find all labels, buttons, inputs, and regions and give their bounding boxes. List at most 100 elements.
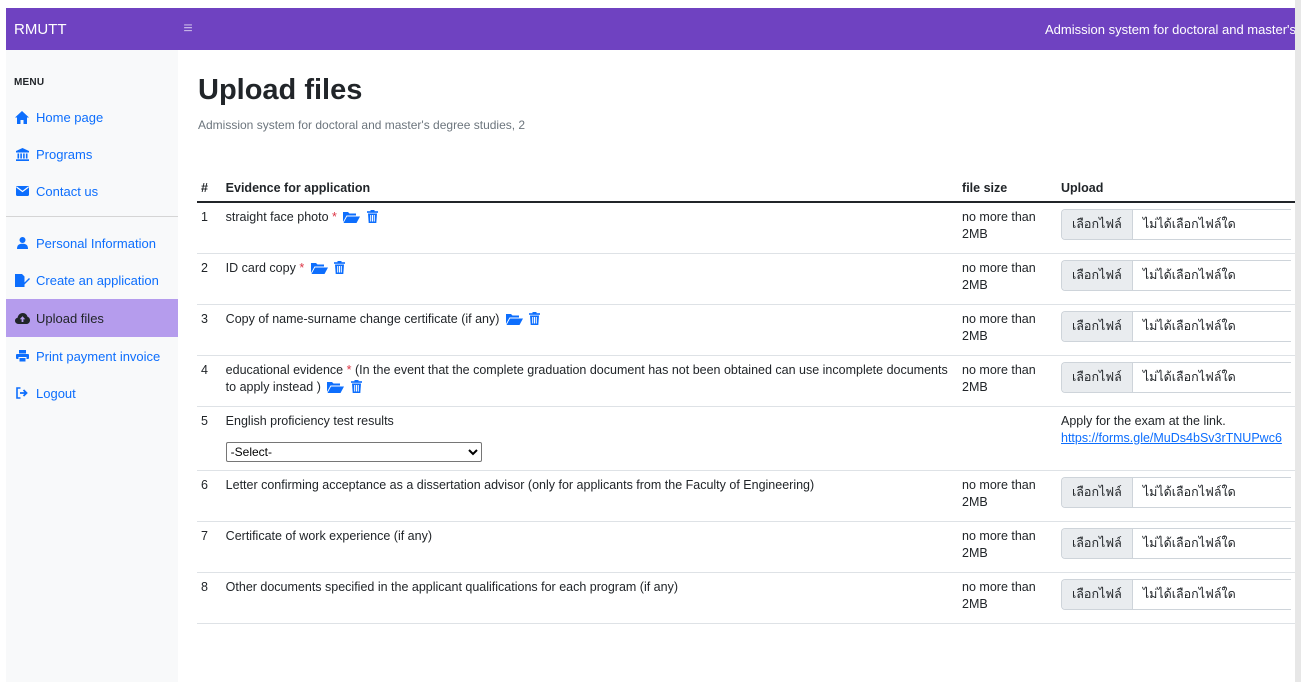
- sidebar-item-label: Programs: [36, 146, 93, 162]
- sidebar-item-label: Print payment invoice: [36, 348, 161, 364]
- sidebar-item-label: Logout: [36, 385, 76, 401]
- trash-icon[interactable]: [334, 260, 346, 279]
- evidence-text: ID card copy: [225, 260, 296, 275]
- file-input[interactable]: เลือกไฟล์ ไม่ได้เลือกไฟล์ใด: [1061, 310, 1291, 342]
- sidebar-item-label: Home page: [36, 109, 104, 125]
- row-file-size: no more than 2MB: [958, 521, 1057, 573]
- row-number: 7: [197, 521, 222, 573]
- row-upload: เลือกไฟล์ ไม่ได้เลือกไฟล์ใด: [1057, 253, 1295, 305]
- sidebar-item-label: Personal Information: [36, 235, 156, 251]
- row-file-size: no more than 2MB: [958, 470, 1057, 522]
- page-subtitle: Admission system for doctoral and master…: [198, 118, 526, 132]
- file-status-text: ไม่ได้เลือกไฟล์ใด: [1142, 535, 1236, 550]
- window-scroll-edge: [1295, 0, 1301, 682]
- row-evidence: ID card copy *: [221, 253, 959, 305]
- table-row: 7 Certificate of work experience (if any…: [197, 521, 1295, 573]
- row-upload: เลือกไฟล์ ไม่ได้เลือกไฟล์ใด: [1057, 304, 1295, 356]
- envelope-icon: [14, 184, 30, 198]
- upload-files-table: # Evidence for application file size Upl…: [197, 174, 1295, 624]
- row-evidence: Copy of name-surname change certificate …: [221, 304, 959, 356]
- folder-open-icon[interactable]: [327, 381, 345, 398]
- sidebar-item-home[interactable]: Home page: [6, 98, 178, 136]
- row-evidence: straight face photo *: [221, 202, 959, 254]
- choose-file-button[interactable]: เลือกไฟล์: [1062, 528, 1133, 558]
- row-file-size: no more than 2MB: [958, 202, 1057, 254]
- sidebar-divider: [6, 216, 178, 217]
- evidence-text: Copy of name-surname change certificate …: [225, 311, 500, 326]
- file-input[interactable]: เลือกไฟล์ ไม่ได้เลือกไฟล์ใด: [1061, 578, 1291, 610]
- file-input[interactable]: เลือกไฟล์ ไม่ได้เลือกไฟล์ใด: [1061, 527, 1291, 559]
- sidebar: MENU Home page Programs Contact us Perso…: [6, 50, 178, 682]
- evidence-text: educational evidence: [225, 362, 344, 377]
- sidebar-item-label: Upload files: [36, 310, 104, 326]
- sidebar-item-contact[interactable]: Contact us: [6, 172, 178, 210]
- brand-logo[interactable]: RMUTT: [6, 21, 178, 38]
- evidence-text: Certificate of work experience (if any): [225, 528, 433, 543]
- row-number: 2: [197, 253, 222, 305]
- row-number: 6: [197, 470, 222, 522]
- required-marker: *: [346, 362, 352, 377]
- sidebar-item-upload-files[interactable]: Upload files: [6, 299, 178, 337]
- trash-icon[interactable]: [366, 210, 378, 228]
- required-marker: *: [299, 260, 305, 275]
- file-status-text: ไม่ได้เลือกไฟล์ใด: [1142, 484, 1236, 499]
- column-header-file-size: file size: [958, 174, 1057, 203]
- choose-file-button[interactable]: เลือกไฟล์: [1062, 362, 1133, 392]
- folder-open-icon[interactable]: [343, 211, 361, 228]
- table-header-row: # Evidence for application file size Upl…: [197, 174, 1295, 203]
- row-upload: Apply for the exam at the link. https://…: [1057, 406, 1295, 471]
- file-input[interactable]: เลือกไฟล์ ไม่ได้เลือกไฟล์ใด: [1061, 209, 1291, 240]
- sidebar-item-logout[interactable]: Logout: [6, 374, 178, 412]
- evidence-text: straight face photo: [225, 210, 329, 224]
- institution-icon: [14, 147, 30, 161]
- file-signature-icon: [14, 273, 30, 287]
- row-number: 8: [197, 572, 222, 624]
- apply-exam-text: Apply for the exam at the link.: [1061, 413, 1226, 428]
- row-evidence: Other documents specified in the applica…: [221, 572, 959, 624]
- menu-toggle-icon[interactable]: ≡: [178, 20, 198, 38]
- row-evidence: English proficiency test results -Select…: [221, 406, 959, 471]
- file-input[interactable]: เลือกไฟล์ ไม่ได้เลือกไฟล์ใด: [1061, 361, 1291, 393]
- row-number: 5: [197, 406, 222, 471]
- row-file-size: no more than 2MB: [958, 304, 1057, 356]
- required-marker: *: [332, 210, 337, 224]
- trash-icon[interactable]: [350, 379, 362, 398]
- folder-open-icon[interactable]: [310, 262, 328, 279]
- file-input[interactable]: เลือกไฟล์ ไม่ได้เลือกไฟล์ใด: [1061, 259, 1291, 291]
- apply-exam-link[interactable]: https://forms.gle/MuDs4bSv3rTNUPwc6: [1061, 431, 1282, 445]
- column-header-evidence: Evidence for application: [221, 174, 959, 203]
- file-input[interactable]: เลือกไฟล์ ไม่ได้เลือกไฟล์ใด: [1061, 476, 1291, 508]
- row-number: 3: [197, 304, 222, 356]
- row-file-size: [958, 406, 1057, 471]
- choose-file-button[interactable]: เลือกไฟล์: [1062, 260, 1133, 290]
- folder-open-icon[interactable]: [505, 313, 523, 330]
- row-upload: เลือกไฟล์ ไม่ได้เลือกไฟล์ใด: [1057, 355, 1295, 407]
- row-evidence: Certificate of work experience (if any): [221, 521, 959, 573]
- trash-icon[interactable]: [529, 311, 541, 330]
- evidence-text: English proficiency test results: [225, 413, 394, 428]
- choose-file-button[interactable]: เลือกไฟล์: [1062, 311, 1133, 341]
- page-title: Upload files: [198, 74, 363, 106]
- top-navbar: RMUTT ≡ Admission system for doctoral an…: [6, 8, 1295, 50]
- table-row: 3 Copy of name-surname change certificat…: [197, 304, 1295, 356]
- choose-file-button[interactable]: เลือกไฟล์: [1062, 477, 1133, 507]
- sidebar-item-print-invoice[interactable]: Print payment invoice: [6, 337, 178, 375]
- evidence-text: Letter confirming acceptance as a disser…: [225, 477, 815, 492]
- home-icon: [14, 110, 30, 124]
- row-file-size: no more than 2MB: [958, 355, 1057, 407]
- row-evidence: Letter confirming acceptance as a disser…: [221, 470, 959, 522]
- column-header-upload: Upload: [1057, 174, 1295, 203]
- choose-file-button[interactable]: เลือกไฟล์: [1062, 210, 1133, 239]
- sidebar-item-label: Contact us: [36, 183, 99, 199]
- english-test-select[interactable]: -Select-: [225, 441, 482, 462]
- sidebar-item-programs[interactable]: Programs: [6, 135, 178, 173]
- row-number: 1: [197, 202, 222, 254]
- row-upload: เลือกไฟล์ ไม่ได้เลือกไฟล์ใด: [1057, 470, 1295, 522]
- print-icon: [14, 349, 30, 363]
- row-upload: เลือกไฟล์ ไม่ได้เลือกไฟล์ใด: [1057, 521, 1295, 573]
- evidence-text: Other documents specified in the applica…: [225, 579, 678, 594]
- row-evidence: educational evidence * (In the event tha…: [221, 355, 959, 407]
- sidebar-item-personal-information[interactable]: Personal Information: [6, 224, 178, 262]
- sidebar-item-create-application[interactable]: Create an application: [6, 261, 178, 299]
- choose-file-button[interactable]: เลือกไฟล์: [1062, 579, 1133, 609]
